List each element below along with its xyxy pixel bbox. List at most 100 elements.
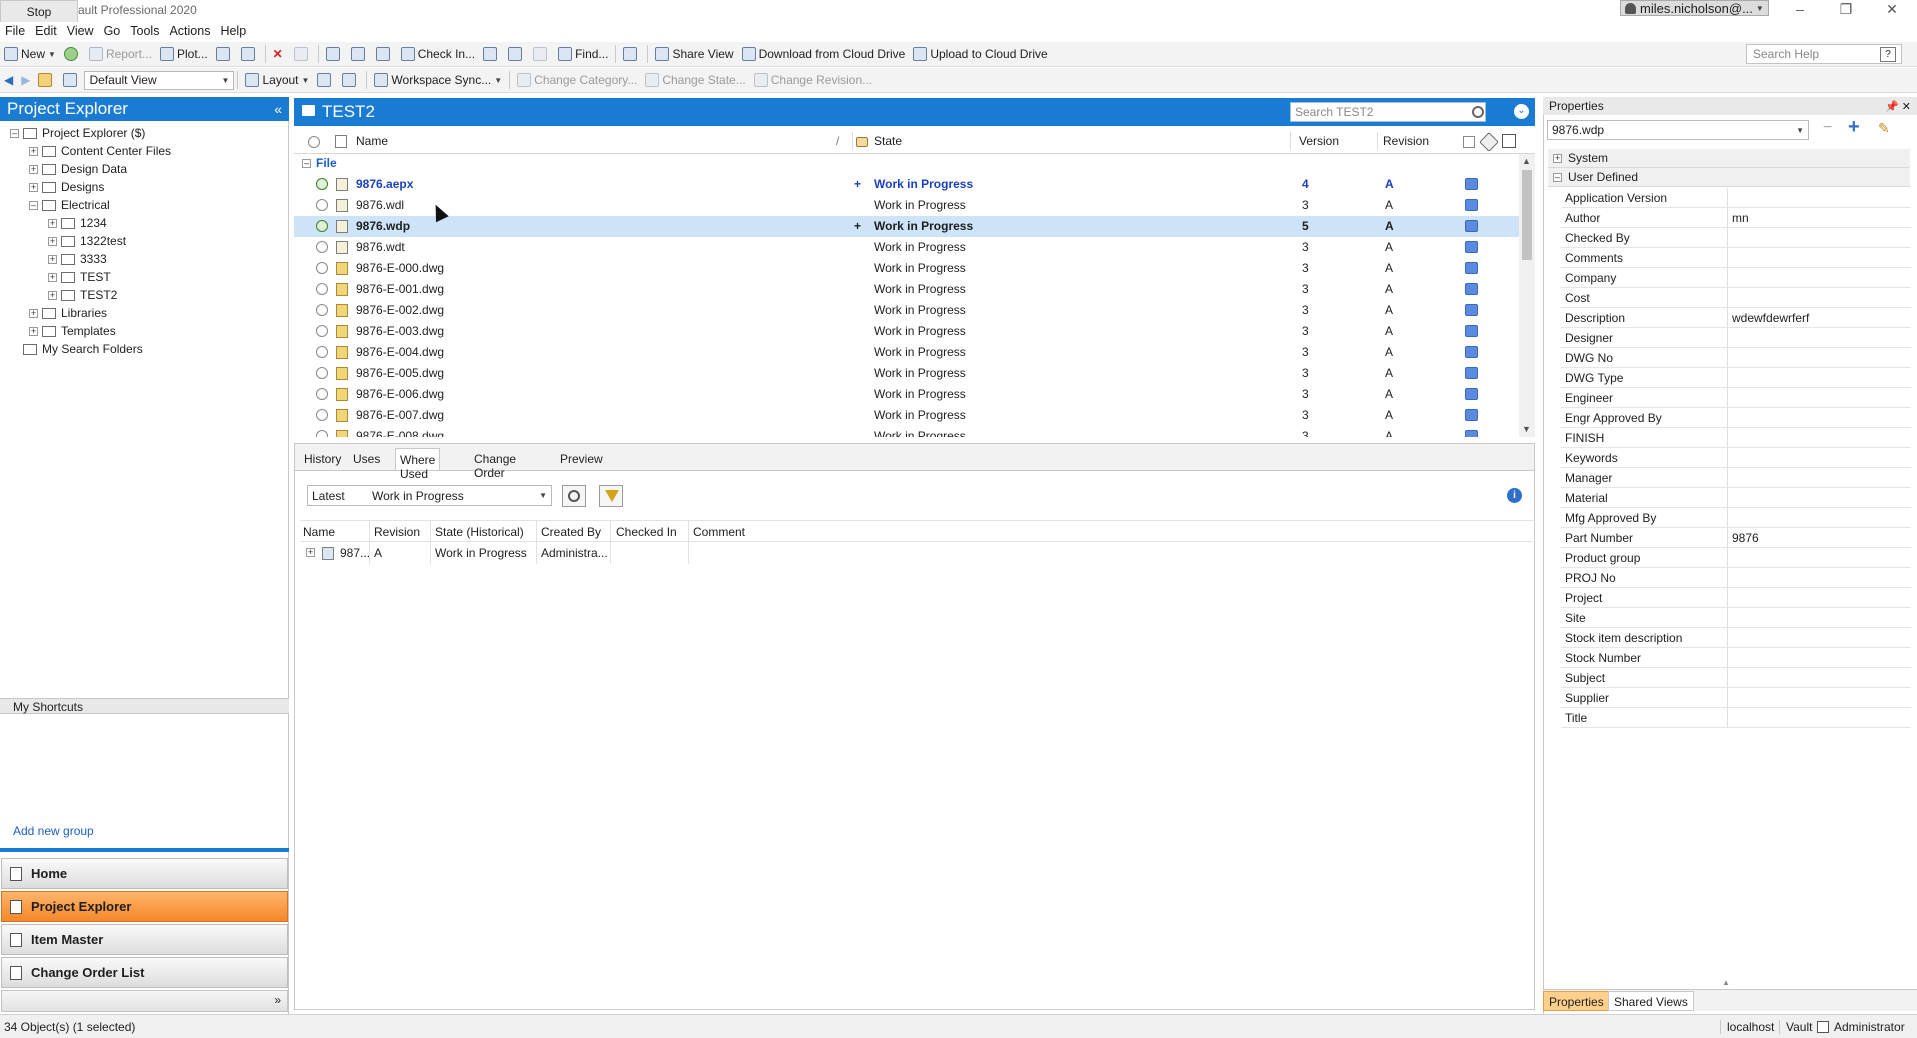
property-row[interactable]: Designer	[1561, 328, 1911, 348]
search-icon[interactable]	[1472, 106, 1484, 118]
tab-history[interactable]: History	[300, 448, 345, 470]
tab-preview[interactable]: Preview	[556, 448, 607, 470]
wu-column-comment[interactable]: Comment	[693, 525, 745, 539]
search-folder-input[interactable]: Search TEST2	[1290, 102, 1486, 122]
column-revision[interactable]: Revision	[1383, 134, 1429, 148]
report-button[interactable]: Report...	[85, 43, 156, 65]
add-files-button[interactable]	[322, 43, 347, 65]
remove-property-icon[interactable]: −	[1823, 120, 1839, 137]
select-radio[interactable]	[316, 388, 328, 400]
download-cloud-button[interactable]: Download from Cloud Drive	[738, 43, 910, 65]
forward-button[interactable]: ▶	[17, 69, 34, 91]
select-radio[interactable]	[316, 283, 328, 295]
wu-column-revision[interactable]: Revision	[374, 525, 420, 539]
property-row[interactable]: Stock Number	[1561, 648, 1911, 668]
scrollbar-thumb[interactable]	[1522, 170, 1532, 260]
expand-icon[interactable]: +	[48, 218, 57, 228]
tree-node[interactable]: + Designs	[29, 178, 104, 196]
expand-icon[interactable]: +	[48, 254, 57, 264]
rename-button[interactable]	[504, 43, 529, 65]
minimize-button[interactable]: –	[1777, 0, 1823, 22]
file-row[interactable]: 9876-E-004.dwg Work in Progress 3 A	[294, 342, 1519, 363]
expand-icon[interactable]: +	[29, 308, 38, 318]
select-radio[interactable]	[316, 409, 328, 421]
up-folder-button[interactable]	[34, 69, 59, 91]
scroll-up-icon[interactable]: ▲	[1522, 156, 1531, 166]
more-options-icon[interactable]: »	[274, 993, 281, 1007]
expand-icon[interactable]: +	[29, 326, 38, 336]
layout-button[interactable]: Layout ▼	[241, 69, 313, 91]
section-user-defined[interactable]: – User Defined	[1548, 168, 1910, 187]
toggle-pane-button[interactable]	[59, 69, 84, 91]
view-options-button[interactable]	[619, 43, 644, 65]
collapse-panel-icon[interactable]: «	[274, 101, 282, 117]
expand-icon[interactable]: +	[48, 236, 57, 246]
select-radio[interactable]	[316, 430, 328, 437]
menu-tools[interactable]: Tools	[125, 24, 164, 38]
select-radio[interactable]	[316, 367, 328, 379]
wu-column-created-by[interactable]: Created By	[541, 525, 601, 539]
select-all-icon[interactable]	[308, 136, 320, 148]
print-button[interactable]	[212, 43, 237, 65]
add-property-icon[interactable]: +	[1848, 117, 1866, 137]
file-row[interactable]: 9876-E-000.dwg Work in Progress 3 A	[294, 258, 1519, 279]
property-row[interactable]: Comments	[1561, 248, 1911, 268]
edit-property-icon[interactable]: ✎	[1878, 120, 1894, 136]
checked-out-icon[interactable]	[316, 178, 328, 190]
menu-actions[interactable]: Actions	[164, 24, 215, 38]
column-state[interactable]: State	[874, 134, 902, 148]
columns-button[interactable]	[313, 69, 338, 91]
select-radio[interactable]	[316, 325, 328, 337]
collapse-icon[interactable]: –	[29, 200, 38, 210]
change-category-button[interactable]: Change Category...	[513, 69, 641, 91]
filter-button[interactable]	[599, 485, 623, 507]
tree-node[interactable]: +1322test	[48, 232, 126, 250]
menu-go[interactable]: Go	[99, 24, 126, 38]
select-radio[interactable]	[316, 346, 328, 358]
preview-button[interactable]	[338, 69, 363, 91]
property-row[interactable]: Project	[1561, 588, 1911, 608]
menu-file[interactable]: File	[0, 24, 30, 38]
tab-uses[interactable]: Uses	[349, 448, 384, 470]
property-row[interactable]: Part Number 9876	[1561, 528, 1911, 548]
help-icon[interactable]: ?	[1880, 47, 1896, 62]
file-row[interactable]: 9876-E-006.dwg Work in Progress 3 A	[294, 384, 1519, 405]
info-icon[interactable]: i	[1507, 488, 1522, 503]
tab-where-used[interactable]: Where Used	[395, 448, 441, 481]
print-preview-button[interactable]	[237, 43, 262, 65]
tag-icon[interactable]	[1479, 132, 1499, 152]
tree-node[interactable]: + Templates	[29, 322, 116, 340]
share-view-button[interactable]: Share View	[651, 43, 737, 65]
tree-node[interactable]: + Design Data	[29, 160, 127, 178]
column-name[interactable]: Name	[356, 134, 388, 148]
tree-node[interactable]: +3333	[48, 250, 107, 268]
property-value[interactable]: mn	[1732, 211, 1749, 225]
tree-node[interactable]: + TEST	[48, 268, 111, 286]
pin-button[interactable]	[290, 43, 315, 65]
wu-column-checked-in[interactable]: Checked In	[616, 525, 677, 539]
property-row[interactable]: DWG No	[1561, 348, 1911, 368]
expand-icon[interactable]: +	[48, 272, 57, 282]
user-account-menu[interactable]: miles.nicholson@... ▼	[1620, 0, 1769, 16]
search-help-input[interactable]: Search Help	[1746, 44, 1902, 64]
get-revision-button[interactable]	[347, 43, 372, 65]
stop-button[interactable]: Stop	[0, 0, 78, 24]
workspace-sync-button[interactable]: Workspace Sync... ▼	[370, 69, 506, 91]
property-row[interactable]: Manager	[1561, 468, 1911, 488]
nav-project-explorer[interactable]: Project Explorer	[1, 891, 288, 922]
property-row[interactable]: Mfg Approved By	[1561, 508, 1911, 528]
include-children-button[interactable]	[562, 485, 586, 507]
nav-item-master[interactable]: Item Master	[1, 924, 288, 955]
check-out-button[interactable]	[372, 43, 397, 65]
check-in-button[interactable]: Check In...	[397, 43, 479, 65]
tree-node[interactable]: + TEST2	[48, 286, 117, 304]
tree-node[interactable]: – Electrical	[29, 196, 110, 214]
tree-node[interactable]: – Project Explorer ($)	[10, 124, 145, 142]
file-row[interactable]: 9876-E-003.dwg Work in Progress 3 A	[294, 321, 1519, 342]
add-new-group-link[interactable]: Add new group	[13, 824, 94, 838]
property-row[interactable]: Subject	[1561, 668, 1911, 688]
property-row[interactable]: Title	[1561, 708, 1911, 728]
property-row[interactable]: Material	[1561, 488, 1911, 508]
tree-node[interactable]: +1234	[48, 214, 107, 232]
nav-home[interactable]: Home	[1, 858, 288, 889]
